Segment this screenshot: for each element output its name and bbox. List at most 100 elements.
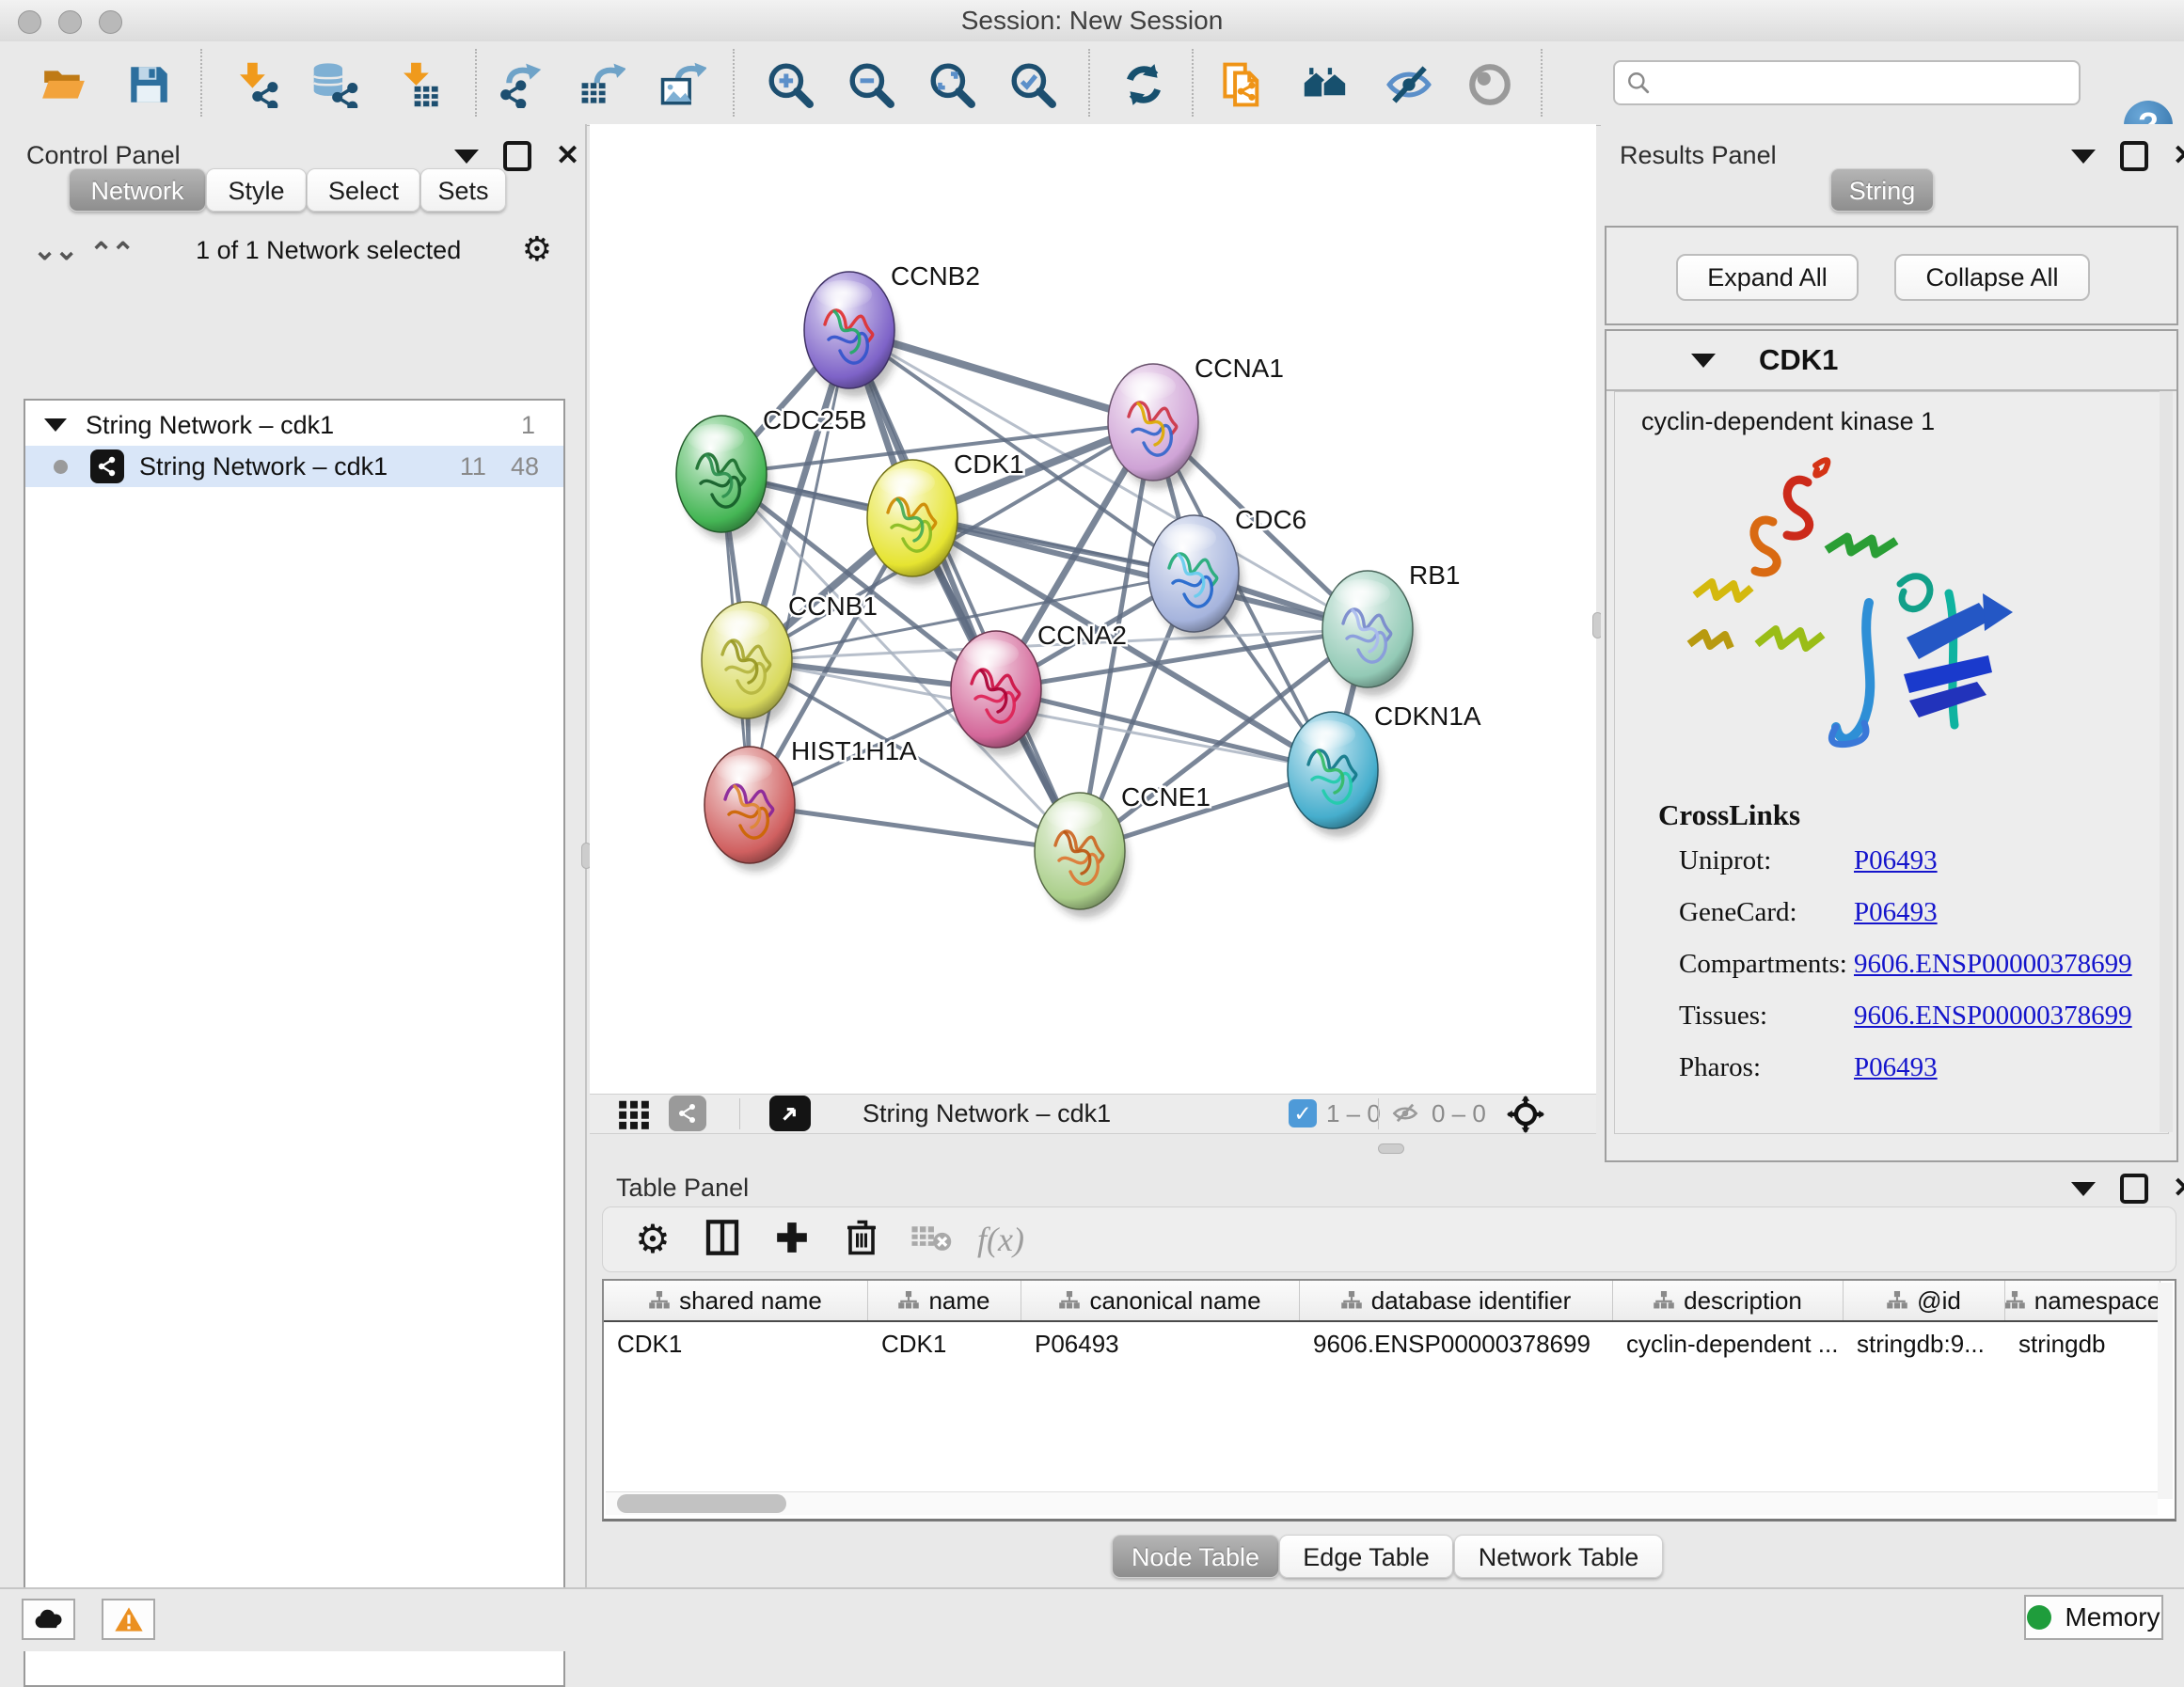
export-image-button[interactable] (657, 58, 709, 111)
import-table-button[interactable] (393, 58, 446, 111)
function-builder-button[interactable]: f(x) (966, 1220, 1036, 1259)
panel-menu-icon[interactable] (2071, 1182, 2096, 1196)
birds-eye-view-button[interactable] (769, 1096, 811, 1131)
network-node-cdkn1a[interactable]: CDKN1A (1288, 702, 1481, 837)
network-node-ccna1[interactable]: CCNA1 (1108, 354, 1284, 489)
crosslink-link[interactable]: 9606.ENSP00000378699 (1854, 1001, 2132, 1032)
float-panel-icon[interactable] (2120, 141, 2148, 171)
network-node-cdk1[interactable]: CDK1 (867, 449, 1024, 585)
table-cell[interactable]: cyclin-dependent ... (1626, 1330, 1838, 1359)
network-canvas[interactable]: CCNB2CCNA1CDC25BCDK1CDC6RB1CCNB1CCNA2CDK… (590, 124, 1596, 1094)
network-edge[interactable] (750, 805, 1080, 851)
expand-all-button[interactable]: Expand All (1676, 254, 1859, 301)
bottom-splitter-handle[interactable] (1378, 1143, 1404, 1154)
open-session-button[interactable] (38, 58, 90, 111)
tab-edge-table[interactable]: Edge Table (1279, 1535, 1453, 1578)
tab-network-table[interactable]: Network Table (1454, 1535, 1663, 1578)
column-header--id[interactable]: @id (1844, 1281, 2005, 1320)
panel-menu-icon[interactable] (2071, 150, 2096, 164)
warnings-button[interactable] (102, 1599, 155, 1640)
column-header-name[interactable]: name (868, 1281, 1021, 1320)
network-style-button[interactable] (669, 1096, 706, 1131)
column-header-namespace[interactable]: namespace (2005, 1281, 2160, 1320)
close-panel-icon[interactable]: ✕ (556, 145, 579, 167)
table-cell[interactable]: CDK1 (881, 1330, 1016, 1359)
float-panel-icon[interactable] (503, 141, 531, 171)
table-cell[interactable]: P06493 (1035, 1330, 1294, 1359)
network-options-gear-icon[interactable]: ⚙ (522, 233, 552, 267)
table-vertical-scrollbar[interactable] (2158, 1283, 2173, 1499)
selected-checkbox-icon[interactable]: ✓ (1289, 1099, 1317, 1127)
show-columns-button[interactable] (688, 1219, 757, 1261)
export-network-button[interactable] (493, 58, 546, 111)
panel-menu-icon[interactable] (454, 150, 479, 164)
table-cell[interactable]: stringdb (2018, 1330, 2155, 1359)
column-header-database-identifier[interactable]: database identifier (1300, 1281, 1613, 1320)
network-node-ccne1[interactable]: CCNE1 (1035, 782, 1211, 918)
network-node-cdc25b[interactable]: CDC25B (676, 405, 866, 541)
import-network-from-database-button[interactable] (309, 58, 361, 111)
main-toolbar: ? (0, 41, 2184, 126)
tab-select[interactable]: Select (307, 168, 420, 212)
tab-sets[interactable]: Sets (420, 168, 506, 212)
crosslink-link[interactable]: P06493 (1854, 897, 1938, 928)
show-all-button[interactable] (1464, 58, 1516, 111)
grid-view-button[interactable] (615, 1096, 653, 1137)
table-cell[interactable]: stringdb:9... (1857, 1330, 2000, 1359)
collapse-tree-icon[interactable] (44, 418, 67, 432)
tab-string[interactable]: String (1830, 168, 1934, 212)
home-view-button[interactable] (1300, 58, 1353, 111)
tab-style[interactable]: Style (206, 168, 307, 212)
save-session-button[interactable] (122, 58, 175, 111)
collapse-section-icon[interactable] (1691, 354, 1716, 368)
network-edge[interactable] (750, 330, 849, 805)
delete-table-button[interactable] (896, 1222, 966, 1258)
network-edge[interactable] (849, 330, 1080, 851)
gene-section-header[interactable]: CDK1 (1606, 331, 2176, 391)
table-cell[interactable]: CDK1 (617, 1330, 863, 1359)
column-header-canonical-name[interactable]: canonical name (1021, 1281, 1300, 1320)
zoom-selected-button[interactable] (1006, 58, 1059, 111)
network-node-cdc6[interactable]: CDC6 (1148, 505, 1306, 640)
collapse-all-networks-icon[interactable]: ⌄⌄ (91, 234, 135, 267)
tab-network[interactable]: Network (69, 168, 206, 212)
tab-node-table[interactable]: Node Table (1112, 1535, 1279, 1578)
import-network-button[interactable] (229, 58, 282, 111)
table-options-button[interactable]: ⚙ (618, 1222, 688, 1257)
search-input[interactable] (1660, 68, 2067, 99)
crosslink-link[interactable]: P06493 (1854, 845, 1938, 876)
column-header-shared-name[interactable]: shared name (604, 1281, 868, 1320)
hide-selected-button[interactable] (1383, 58, 1435, 111)
crosslink-link[interactable]: 9606.ENSP00000378699 (1854, 949, 2132, 980)
network-node-hist1h1a[interactable]: HIST1H1A (704, 736, 917, 872)
network-node-ccnb1[interactable]: CCNB1 (702, 591, 878, 727)
cloud-status-button[interactable] (22, 1599, 75, 1640)
search-field[interactable] (1613, 60, 2081, 105)
expand-all-networks-icon[interactable]: ⌄⌄ (33, 234, 76, 267)
memory-button[interactable]: Memory (2024, 1595, 2163, 1640)
export-table-button[interactable] (576, 58, 628, 111)
close-panel-icon[interactable]: ✕ (2173, 1177, 2184, 1200)
table-cell[interactable]: 9606.ENSP00000378699 (1313, 1330, 1607, 1359)
zoom-out-button[interactable] (845, 58, 897, 111)
delete-column-button[interactable] (827, 1219, 896, 1261)
collapse-all-button[interactable]: Collapse All (1894, 254, 2090, 301)
network-row-selected[interactable]: String Network – cdk1 11 48 (25, 446, 563, 487)
copy-network-button[interactable] (1217, 58, 1270, 111)
table-horizontal-scrollbar[interactable] (606, 1491, 2158, 1515)
navigator-crosshair-button[interactable] (1507, 1096, 1544, 1138)
network-collection-row[interactable]: String Network – cdk1 1 (25, 404, 563, 446)
table-panel-window-buttons: ✕ (2071, 1174, 2184, 1204)
close-panel-icon[interactable]: ✕ (2173, 145, 2184, 167)
crosslink-link[interactable]: P06493 (1854, 1052, 1938, 1083)
network-node-rb1[interactable]: RB1 (1322, 560, 1460, 696)
refresh-button[interactable] (1117, 58, 1170, 111)
results-scrollbar[interactable] (2160, 391, 2173, 1132)
float-panel-icon[interactable] (2120, 1174, 2148, 1204)
horizontal-scroll-thumb[interactable] (617, 1494, 786, 1513)
zoom-in-button[interactable] (764, 58, 816, 111)
network-node-ccnb2[interactable]: CCNB2 (804, 261, 980, 397)
column-header-description[interactable]: description (1613, 1281, 1844, 1320)
fit-content-button[interactable] (926, 58, 978, 111)
add-column-button[interactable] (757, 1220, 827, 1260)
